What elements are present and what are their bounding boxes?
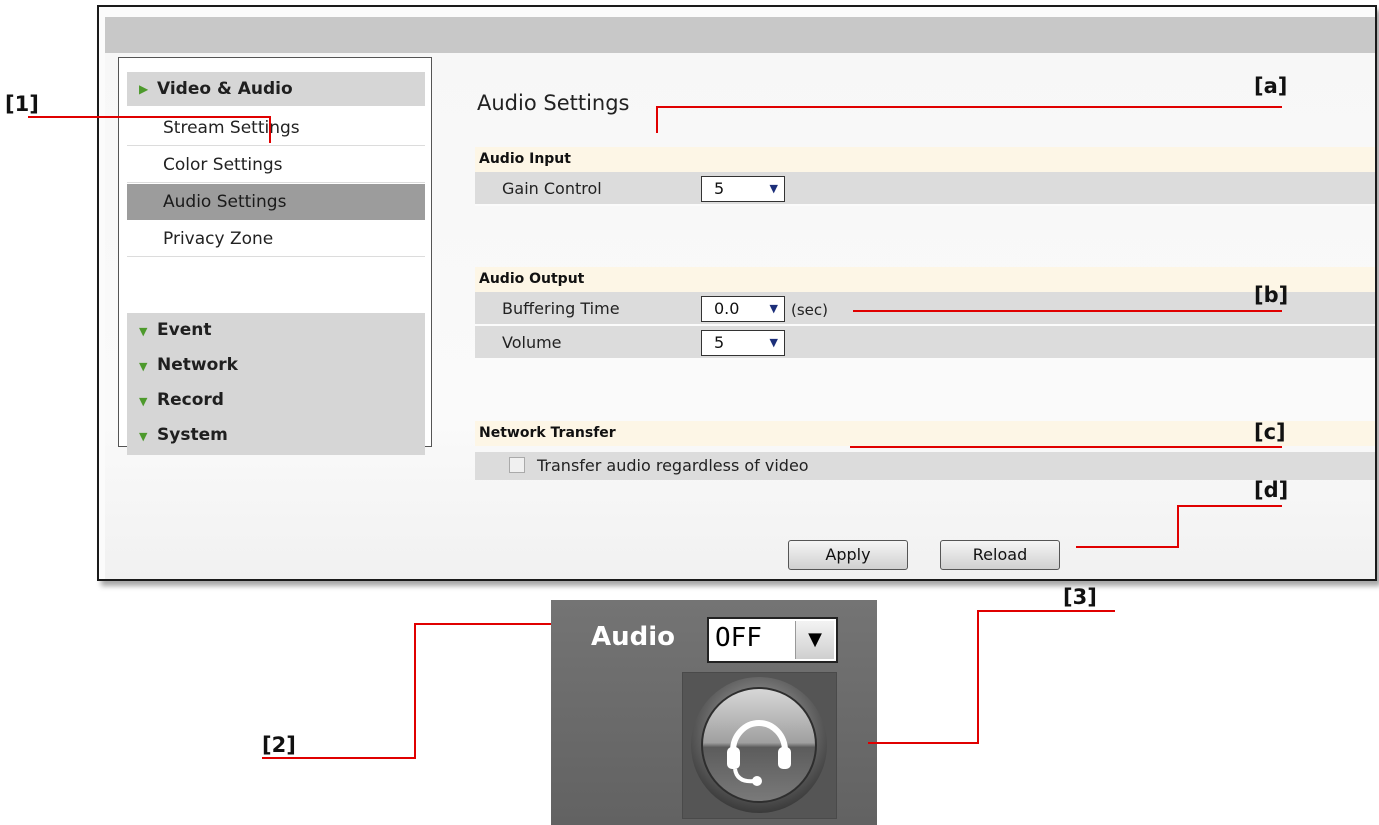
annotation-1: [1] [5, 92, 39, 116]
annotation-3: [3] [1063, 585, 1097, 609]
annotation-c: [c] [1254, 420, 1286, 444]
annotation-2: [2] [262, 733, 296, 757]
annotation-a: [a] [1254, 74, 1288, 98]
annotation-b: [b] [1254, 283, 1289, 307]
callout-lines [28, 106, 1282, 759]
annotation-d: [d] [1254, 478, 1289, 502]
